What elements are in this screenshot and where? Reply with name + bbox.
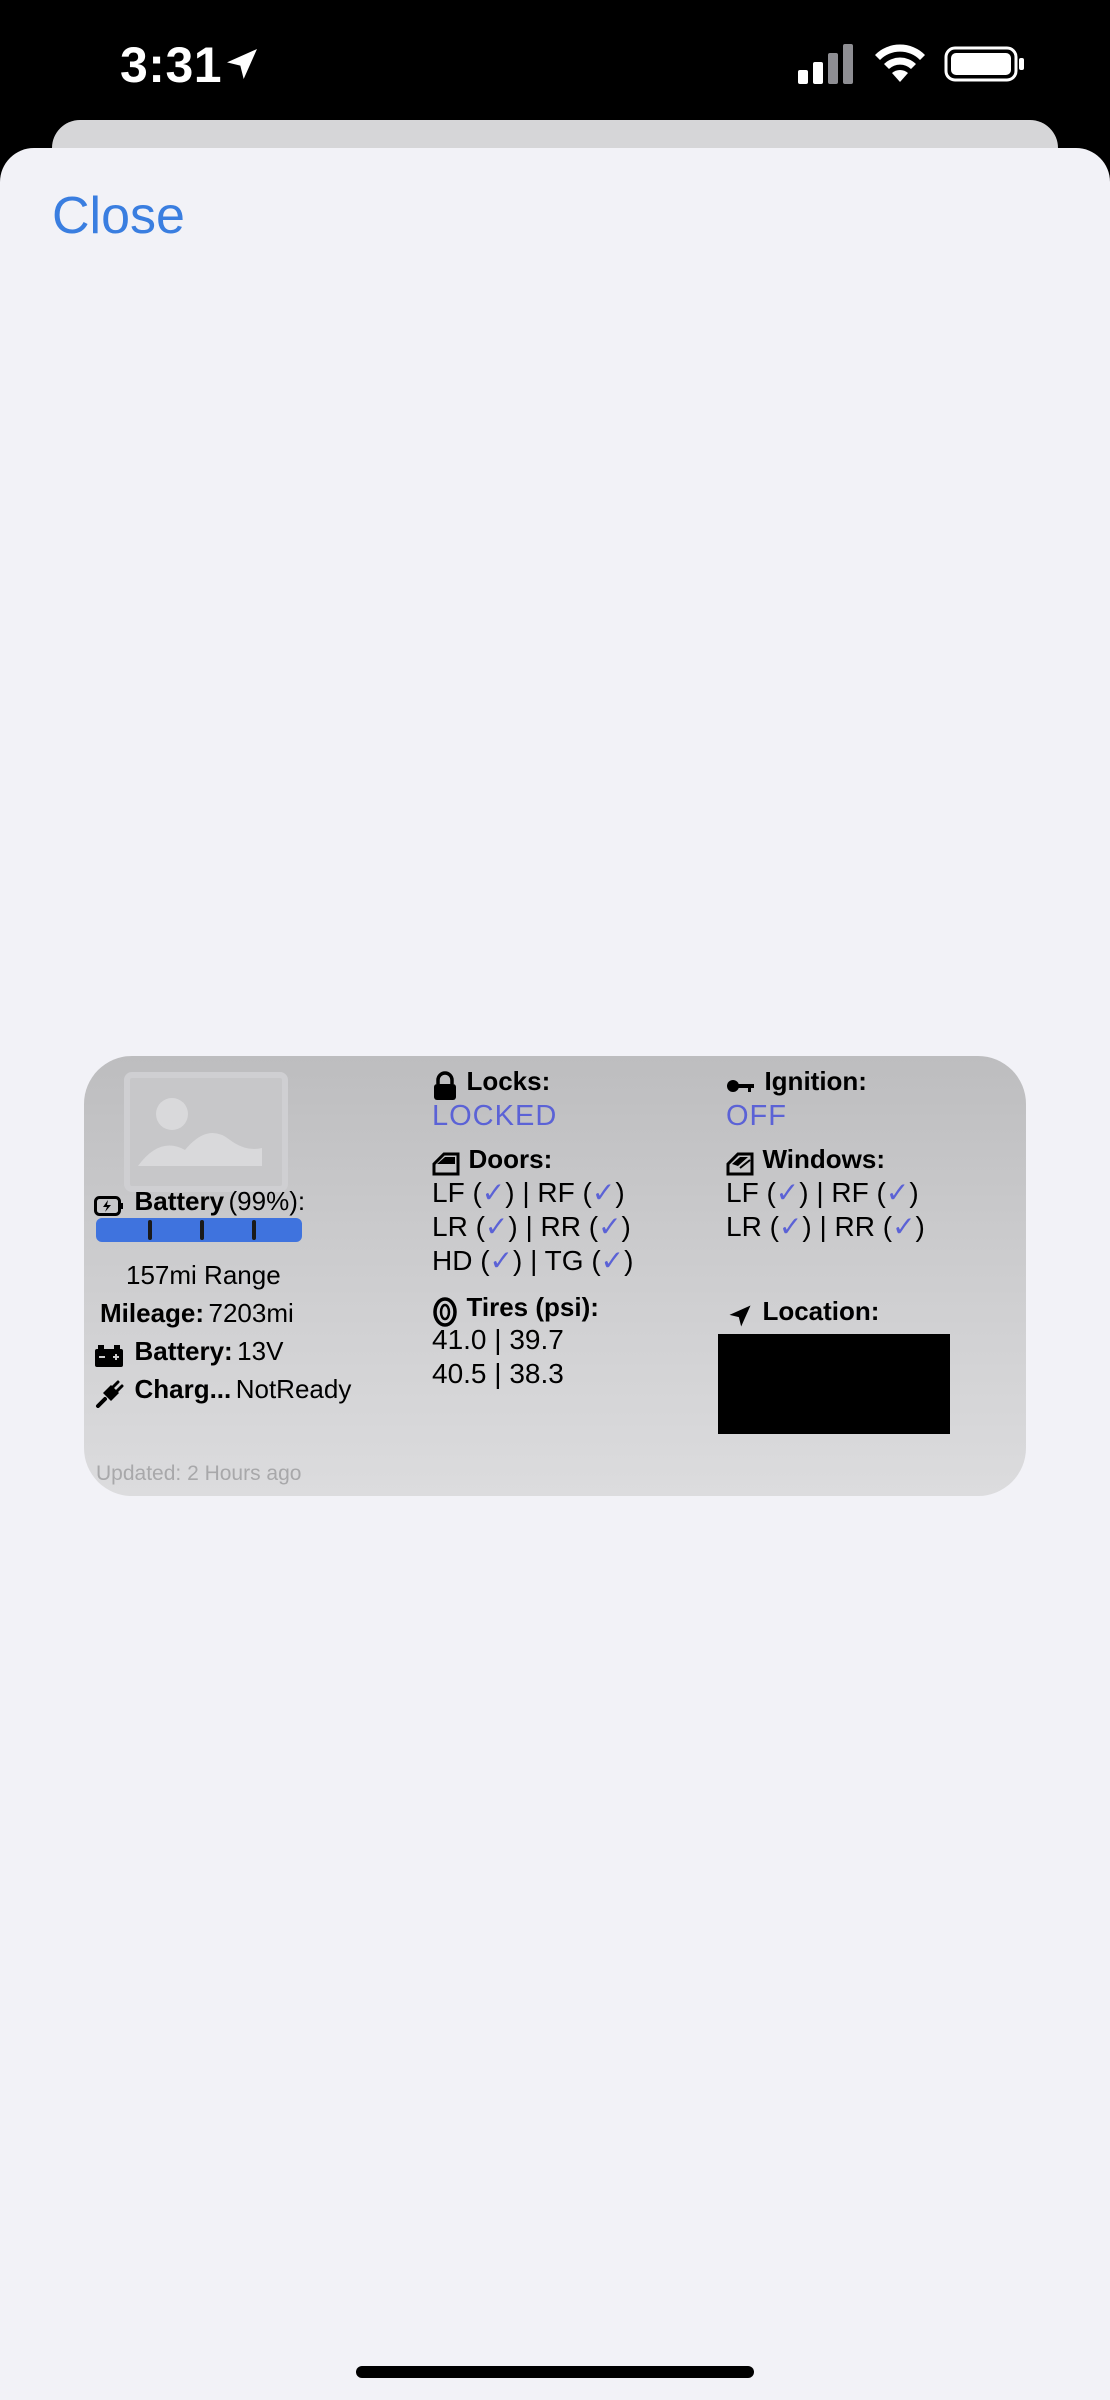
- tires-header: Tires (psi):: [432, 1292, 599, 1327]
- locks-label: Locks:: [466, 1066, 551, 1096]
- wifi-icon: [875, 44, 925, 82]
- ignition-value: OFF: [726, 1100, 787, 1132]
- car-window-icon: [726, 1152, 754, 1176]
- doors-label: Doors:: [468, 1144, 553, 1174]
- charge-label: Charg...: [134, 1374, 232, 1404]
- key-icon: [727, 1079, 754, 1092]
- charge-value: NotReady: [235, 1374, 352, 1404]
- location-header: Location:: [726, 1296, 879, 1330]
- tires-row-2: 40.5 | 38.3: [432, 1358, 564, 1389]
- battery12v-label: Battery:: [134, 1336, 233, 1366]
- location-map-redacted[interactable]: [718, 1334, 950, 1434]
- mileage-label: Mileage:: [100, 1298, 205, 1328]
- battery-progress-bar: [96, 1218, 302, 1242]
- charge-row: Charg... NotReady: [94, 1374, 351, 1408]
- vehicle-status-widget[interactable]: Battery (99%): 157mi Range Mileage: 7203…: [84, 1056, 1026, 1496]
- progress-tick: [252, 1220, 256, 1240]
- mileage-value: 7203mi: [208, 1298, 294, 1328]
- home-indicator[interactable]: [356, 2366, 754, 2378]
- battery-status-icon: [944, 46, 1024, 82]
- ignition-header: Ignition:: [726, 1066, 867, 1097]
- doors-row-2: LR (✓) | RR (✓): [432, 1211, 631, 1242]
- updated-timestamp: Updated: 2 Hours ago: [96, 1462, 302, 1485]
- progress-tick: [200, 1220, 204, 1240]
- location-arrow-icon: [729, 1305, 751, 1327]
- lock-icon: [434, 1071, 456, 1100]
- ignition-label: Ignition:: [764, 1066, 867, 1096]
- doors-header: Doors:: [432, 1144, 552, 1176]
- check-icon: ✓: [775, 1177, 800, 1208]
- tire-icon: [433, 1297, 457, 1327]
- doors-row-1: LF (✓) | RF (✓): [432, 1177, 625, 1208]
- windows-header: Windows:: [726, 1144, 885, 1176]
- cellular-signal-icon: [798, 44, 853, 84]
- check-icon: ✓: [778, 1211, 803, 1242]
- battery-range: 157mi Range: [126, 1260, 281, 1290]
- check-icon: ✓: [892, 1211, 916, 1242]
- check-icon: ✓: [481, 1177, 506, 1208]
- location-arrow-icon: [227, 49, 257, 79]
- battery-label: Battery: [134, 1186, 225, 1216]
- close-button[interactable]: Close: [52, 186, 185, 246]
- location-label: Location:: [762, 1296, 880, 1326]
- battery-charging-icon: [94, 1195, 123, 1216]
- car-battery-icon: [95, 1344, 123, 1367]
- check-icon: ✓: [885, 1177, 910, 1208]
- car-door-icon: [432, 1152, 460, 1176]
- status-time: 3:31: [120, 37, 223, 93]
- windows-label: Windows:: [762, 1144, 885, 1174]
- doors-row-3: HD (✓) | TG (✓): [432, 1245, 634, 1276]
- locks-value: LOCKED: [432, 1100, 558, 1132]
- modal-sheet: Close Battery (99%): 157mi Range Mileage…: [0, 148, 1110, 2400]
- check-icon: ✓: [489, 1245, 514, 1276]
- progress-tick: [148, 1220, 152, 1240]
- plug-icon: [96, 1380, 124, 1408]
- check-icon: ✓: [600, 1245, 625, 1276]
- battery-percent: (99%):: [228, 1186, 306, 1216]
- vehicle-image-placeholder: [124, 1072, 288, 1192]
- check-icon: ✓: [484, 1211, 509, 1242]
- windows-row-2: LR (✓) | RR (✓): [726, 1211, 925, 1242]
- image-placeholder-icon: [138, 1098, 262, 1166]
- check-icon: ✓: [598, 1211, 622, 1242]
- battery12v-row: Battery: 13V: [94, 1336, 283, 1368]
- windows-row-1: LF (✓) | RF (✓): [726, 1177, 919, 1208]
- mileage-row: Mileage: 7203mi: [100, 1298, 294, 1329]
- locks-header: Locks:: [432, 1066, 550, 1101]
- battery12v-value: 13V: [237, 1336, 284, 1366]
- battery-header: Battery (99%):: [94, 1186, 305, 1217]
- status-bar: 3:31: [0, 0, 1110, 130]
- check-icon: ✓: [591, 1177, 616, 1208]
- tires-label: Tires (psi):: [466, 1292, 599, 1322]
- tires-row-1: 41.0 | 39.7: [432, 1324, 564, 1355]
